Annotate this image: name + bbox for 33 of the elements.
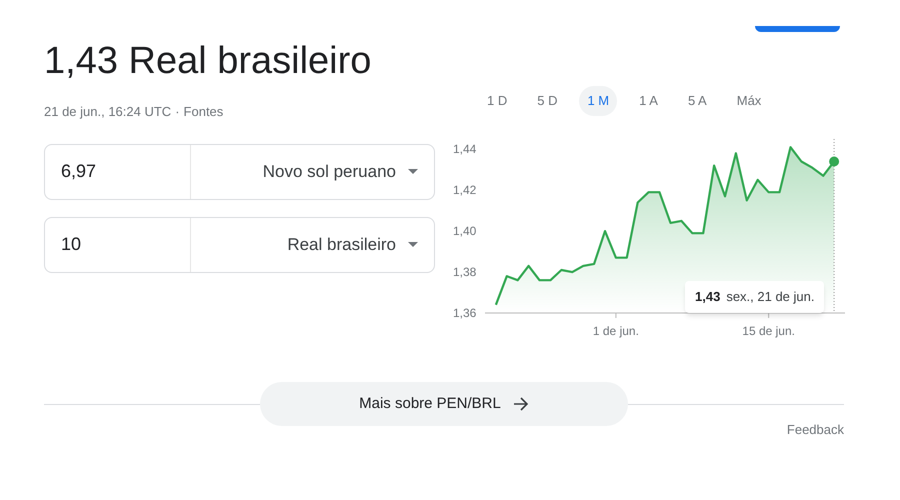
amount-field[interactable]: 10 [45, 218, 191, 272]
range-tab[interactable]: 1 A [631, 86, 666, 116]
range-tab[interactable]: 1 M [579, 86, 618, 116]
amount-field[interactable]: 6,97 [45, 144, 191, 198]
data-point-marker [829, 156, 840, 167]
timestamp: 21 de jun., 16:24 UTC [44, 103, 172, 121]
y-axis-label: 1,40 [453, 224, 476, 238]
tooltip-value: 1,43 [695, 288, 720, 306]
x-axis-label: 1 de jun. [592, 324, 639, 338]
y-axis-label: 1,44 [453, 142, 476, 156]
y-axis-label: 1,42 [453, 183, 476, 198]
currency-dropdown[interactable]: Novo sol peruano [191, 144, 434, 198]
tick-mark [615, 312, 616, 318]
x-axis-label: 15 de jun. [742, 324, 795, 338]
tick-mark [768, 312, 770, 318]
tooltip-date: sex., 21 de jun. [726, 288, 814, 306]
more-info-button[interactable]: Mais sobre PEN/BRL [260, 382, 628, 426]
currency-dropdown[interactable]: Real brasileiro [191, 218, 434, 272]
converter-field[interactable]: 6,97 Novo sol peruano [44, 144, 435, 200]
range-tab[interactable]: 1 D [479, 86, 516, 116]
y-axis-label: 1,38 [453, 265, 476, 280]
arrow-right-icon [512, 397, 529, 411]
y-axis-label: 1,36 [453, 306, 476, 320]
caret-icon [408, 242, 418, 247]
sources-link[interactable]: Fontes [184, 102, 224, 122]
range-tab[interactable]: Máx [728, 86, 770, 116]
conversion-result: 1,43 Real brasileiro [44, 39, 372, 84]
caret-icon [408, 169, 418, 174]
feedback-link[interactable]: Feedback [786, 420, 844, 440]
separator: · [175, 103, 180, 121]
range-tab[interactable]: 5 D [529, 86, 566, 116]
converter-field[interactable]: 10 Real brasileiro [44, 216, 435, 272]
range-tab[interactable]: 5 A [680, 86, 715, 116]
